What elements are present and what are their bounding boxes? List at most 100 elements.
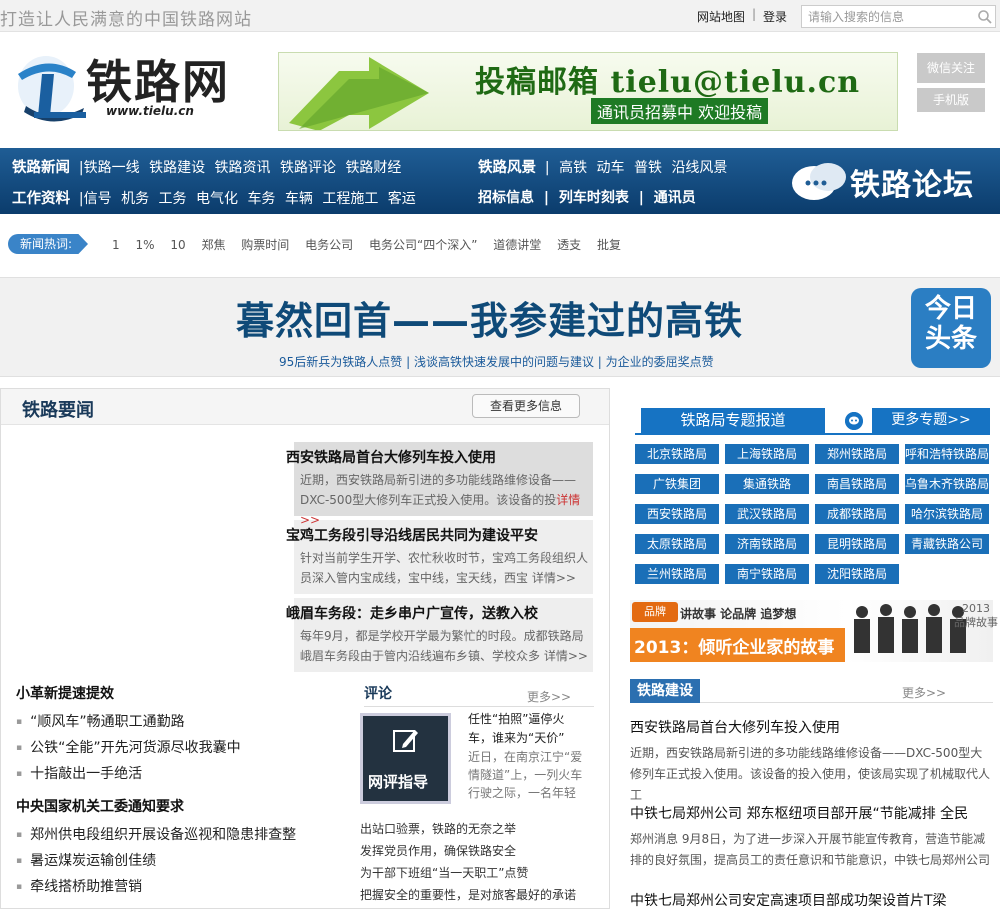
bureau-link[interactable]: 太原铁路局 [635,534,719,554]
nav-item[interactable]: 车辆 [285,191,313,207]
construction-more-link[interactable]: 更多>> [902,684,946,701]
nav-item[interactable]: 车务 [247,191,275,207]
nav-item[interactable]: 铁路资讯 [215,160,271,176]
nav-item[interactable]: 高铁 [559,160,587,176]
news-item-title[interactable]: 中铁七局郑州公司安定高速项目部成功架设首片T梁 [630,890,990,909]
hot-word[interactable]: 郑焦 [201,238,225,252]
construction-news-item[interactable]: 中铁七局郑州公司安定高速项目部成功架设首片T梁 [630,890,990,909]
news-item-title[interactable]: 峨眉车务段：走乡串户广宣传，送教入校 [286,603,594,623]
web-review-guide-label[interactable]: 网评指导 [368,771,428,792]
comment-feature-title[interactable]: 任性“拍照”逼停火车，谁来为“天价” [468,710,588,748]
comment-more-link[interactable]: 更多>> [527,688,571,705]
bureau-link[interactable]: 兰州铁路局 [635,564,719,584]
bureau-link[interactable]: 沈阳铁路局 [815,564,899,584]
section-title[interactable]: 小革新提速提效 [16,683,114,703]
news-item-title[interactable]: 宝鸡工务段引导沿线居民共同为建设平安 [286,525,594,545]
news-item-title[interactable]: 西安铁路局首台大修列车投入使用 [630,717,990,737]
bureau-link[interactable]: 南昌铁路局 [815,474,899,494]
nav-item[interactable]: 沿线风景 [671,160,727,176]
divider [635,433,990,435]
sitemap-link[interactable]: 网站地图 [697,8,745,25]
hot-word[interactable]: 10 [170,238,185,252]
nav-item[interactable]: 列车时刻表 [559,190,629,206]
nav-row-news: 铁路新闻 |铁路一线 铁路建设 铁路资讯 铁路评论 铁路财经 [12,156,406,177]
wechat-follow-button[interactable]: 微信关注 [917,53,985,83]
nav-item[interactable]: 机务 [121,191,149,207]
list-item[interactable]: 为干部下班组“当一天职工”点赞 [360,862,576,884]
nav-item[interactable]: 铁路建设 [149,160,205,176]
bureau-link[interactable]: 武汉铁路局 [725,504,809,524]
list-item[interactable]: 郑州供电段组织开展设备巡视和隐患排查整 [16,823,296,849]
nav-item[interactable]: 电气化 [196,191,238,207]
nav-item[interactable]: |铁路一线 [79,160,140,176]
nav-item[interactable]: 普铁 [634,160,662,176]
nav-news-label[interactable]: 铁路新闻 [12,160,70,176]
mobile-version-button[interactable]: 手机版 [917,88,985,112]
submission-banner[interactable]: 投稿邮箱 tielu@tielu.cn 通讯员招募中 欢迎投稿 [278,52,898,131]
logo-wordmark: 铁路网 [86,55,230,109]
nav-item[interactable]: 通讯员 [654,190,696,206]
nav-item[interactable]: 客运 [388,191,416,207]
nav-item[interactable]: 动车 [597,160,625,176]
nav-scenery-label[interactable]: 铁路风景 [478,160,536,176]
bureau-link[interactable]: 郑州铁路局 [815,444,899,464]
nav-work-label[interactable]: 工作资料 [12,191,70,207]
list-item[interactable]: 十指敲出一手绝活 [16,762,241,788]
hot-word[interactable]: 批复 [597,238,621,252]
list-item[interactable]: 公铁“全能”开先河货源尽收我囊中 [16,736,241,762]
bureau-link[interactable]: 广铁集团 [635,474,719,494]
bureau-link[interactable]: 成都铁路局 [815,504,899,524]
search-input[interactable] [802,6,972,27]
hot-word[interactable]: 电务公司 [305,238,353,252]
bureau-link[interactable]: 集通铁路 [725,474,809,494]
news-item[interactable]: 西安铁路局首台大修列车投入使用 近期，西安铁路局新引进的多功能线路维修设备——D… [286,447,594,530]
bureau-link[interactable]: 上海铁路局 [725,444,809,464]
hot-word[interactable]: 透支 [557,238,581,252]
news-item[interactable]: 峨眉车务段：走乡串户广宣传，送教入校 每年9月，都是学校开学最为繁忙的时段。成都… [286,603,594,666]
nav-item[interactable]: 招标信息 [478,190,534,206]
bureau-link[interactable]: 南宁铁路局 [725,564,809,584]
brand-year: 2013 品牌故事 [954,602,998,630]
list-item[interactable]: 把握安全的重要性，是对旅客最好的承诺 [360,884,576,906]
headline-title[interactable]: 暮然回首——我参建过的高铁 [236,290,743,345]
hot-word[interactable]: 购票时间 [241,238,289,252]
list-item[interactable]: 出站口验票，铁路的无奈之举 [360,818,576,840]
hot-word[interactable]: 1 [112,238,120,252]
bureau-link[interactable]: 昆明铁路局 [815,534,899,554]
bureau-link[interactable]: 青藏铁路公司 [905,534,989,554]
forum-link[interactable]: 铁路论坛 [850,160,974,204]
bureau-link[interactable]: 北京铁路局 [635,444,719,464]
nav-item[interactable]: |信号 [79,191,112,207]
details-link[interactable]: 详情>> [544,649,588,663]
hot-word[interactable]: 道德讲堂 [493,238,541,252]
list-item[interactable]: 暑运煤炭运输创佳绩 [16,849,296,875]
nav-item[interactable]: 铁路财经 [345,160,401,176]
news-item-title[interactable]: 西安铁路局首台大修列车投入使用 [286,447,594,467]
bureau-link[interactable]: 哈尔滨铁路局 [905,504,989,524]
list-item[interactable]: “顺风车”畅通职工通勤路 [16,710,241,736]
list-item[interactable]: 牵线搭桥助推营销 [16,875,296,901]
bureau-link[interactable]: 西安铁路局 [635,504,719,524]
headline-sub-links[interactable]: 95后新兵为铁路人点赞 | 浅谈高铁快速发展中的问题与建议 | 为企业的委屈奖点… [279,353,714,370]
list-item[interactable]: 发挥党员作用，确保铁路安全 [360,840,576,862]
business-people-icon [854,604,966,653]
construction-news-item[interactable]: 西安铁路局首台大修列车投入使用 近期，西安铁路局新引进的多功能线路维修设备——D… [630,717,990,806]
search-icon[interactable] [977,9,993,25]
more-topics-button[interactable]: 更多专题>> [872,408,990,433]
nav-item[interactable]: 工程施工 [322,191,378,207]
nav-item[interactable]: 工务 [159,191,187,207]
login-link[interactable]: 登录 [763,8,787,25]
news-item-title[interactable]: 中铁七局郑州公司 郑东枢纽项目部开展“节能减排 全民 [630,803,990,823]
construction-news-item[interactable]: 中铁七局郑州公司 郑东枢纽项目部开展“节能减排 全民 郑州消息 9月8日，为了进… [630,803,990,871]
bureau-link[interactable]: 济南铁路局 [725,534,809,554]
hot-word[interactable]: 电务公司“四个深入” [369,238,477,252]
nav-item[interactable]: 铁路评论 [280,160,336,176]
section-title[interactable]: 中央国家机关工委通知要求 [16,796,184,816]
news-item[interactable]: 宝鸡工务段引导沿线居民共同为建设平安 针对当前学生开学、农忙秋收时节，宝鸡工务段… [286,525,594,588]
hot-word[interactable]: 1% [135,238,154,252]
brand-year-number: 2013 [962,602,990,615]
bureau-link[interactable]: 呼和浩特铁路局 [905,444,989,464]
details-link[interactable]: 详情>> [532,571,576,585]
bureau-link[interactable]: 乌鲁木齐铁路局 [905,474,989,494]
more-news-button[interactable]: 查看更多信息 [472,394,580,418]
